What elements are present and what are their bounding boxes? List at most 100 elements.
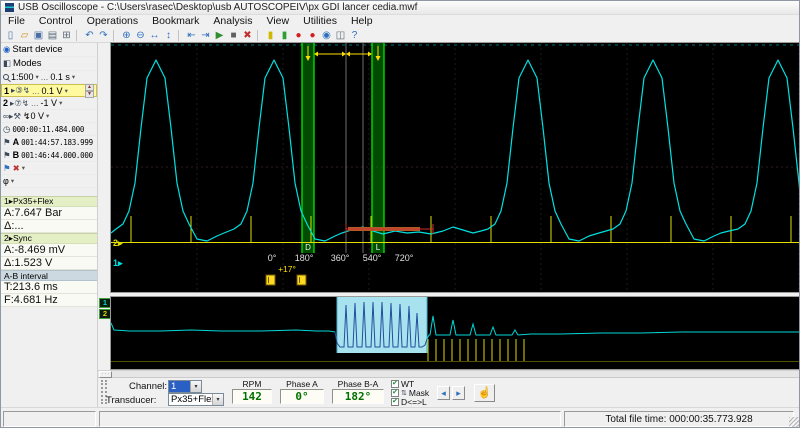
menu-help[interactable]: Help [344,15,380,28]
channel-1-zero-marker[interactable]: 1▸ [113,258,123,268]
chevron-down-icon[interactable]: ▾ [190,381,201,392]
marker-yellow-icon[interactable]: ▮ [264,29,277,42]
measure-panel-header: 1▸Px35+Flex [1,196,97,207]
channel-2-probe-icons: ▸⑦↯ [10,98,29,109]
fit-width-icon[interactable]: ↔ [148,29,161,42]
probe-row[interactable]: ∞▸⚒ ↯0 V ▾ [1,110,97,123]
stop-icon[interactable]: ■ [227,29,240,42]
channel-selected-value[interactable]: 1 [169,381,190,392]
channel-1-dots: ... [32,86,40,96]
updown-arrows-icon: ⇅ [401,389,407,397]
marker-d-icon[interactable]: ● [292,29,305,42]
marker-green-icon[interactable]: ▮ [278,29,291,42]
offset-degree-label: +17° [278,264,296,274]
menu-control[interactable]: Control [32,15,80,28]
menu-view[interactable]: View [260,15,297,28]
zoom-value[interactable]: 1:500 [11,72,34,82]
menu-operations[interactable]: Operations [80,15,145,28]
zoom-in-icon[interactable]: ⊕ [120,29,133,42]
next-button[interactable]: ▸ [452,386,465,400]
delete-icon[interactable]: ✖ [241,29,254,42]
chevron-down-icon[interactable]: ▾ [46,112,49,120]
status-bar: Total file time: 000:00:35.773.928 [1,407,800,428]
bookmark-flag-icon[interactable] [297,275,306,285]
undo-icon[interactable]: ↶ [83,29,96,42]
transducer-combobox[interactable]: Px35+Flex ▾ [168,393,224,406]
overview-scope[interactable] [111,297,800,369]
open-file-icon[interactable]: ▱ [18,29,31,42]
chevron-down-icon[interactable]: ▾ [36,73,39,81]
jump-start-icon[interactable]: ⇤ [185,29,198,42]
target-icon[interactable]: ◉ [320,29,333,42]
split-view-icon[interactable]: ◫ [334,29,347,42]
overview-channel-buttons: 1 2 [99,298,111,320]
degree-label: 720° [395,253,414,263]
checkbox-wt[interactable]: ✔ [391,380,399,388]
channel-1-range-value[interactable]: 0.1 V [42,86,63,96]
menu-analysis[interactable]: Analysis [206,15,259,28]
redo-icon[interactable]: ↷ [97,29,110,42]
bookmark-flag-icon[interactable] [266,275,275,285]
toolbar-separator [76,30,80,41]
timebase-value[interactable]: 0.1 s [50,72,70,82]
menu-utilities[interactable]: Utilities [296,15,344,28]
scrollbar-grip[interactable]: · · · [99,371,112,378]
measure-panel-header: A-B interval [1,270,97,281]
measure-panel-1: 1▸Px35+FlexA:7.647 BarΔ:... [1,196,97,233]
checkbox-dl[interactable]: ✔ [391,398,399,406]
probe-value[interactable]: ↯0 V [23,111,44,122]
checkbox-row-dl[interactable]: ✔D<=>L [391,397,429,406]
layout-grid-icon[interactable]: ⊞ [60,29,73,42]
modes-button[interactable]: ◧ Modes [1,57,97,71]
power-icon: ◉ [3,44,10,55]
channel-2-dots: ... [31,98,39,108]
measure-panel-3: A-B intervalT:213.6 msF:4.681 Hz [1,270,97,307]
marker-bar-d[interactable] [302,43,314,253]
jump-end-icon[interactable]: ⇥ [199,29,212,42]
marker-b-label: B [13,150,20,160]
channel-2-row[interactable]: 2 ▸⑦↯ ... -1 V ▾ [1,97,97,110]
save-icon[interactable]: ▣ [32,29,45,42]
channel-1-row[interactable]: 1 ▸③↯ ... 0.1 V ▾ ▲▼ [1,84,97,97]
spin-up-icon[interactable]: ▲ [85,84,94,91]
marker-b-row[interactable]: ⚑ B 001:46:44.000.000 [1,149,97,162]
marker-bar-l[interactable] [372,43,384,253]
modes-icon: ◧ [3,58,11,69]
phase-row[interactable]: φ ▾ [1,175,97,188]
zoom-out-icon[interactable]: ⊖ [134,29,147,42]
help-icon[interactable]: ? [348,29,361,42]
start-device-button[interactable]: ◉ Start device [1,43,97,57]
channel-combobox[interactable]: 1 ▾ [168,380,202,393]
overview-channel-1-button[interactable]: 1 [99,298,111,308]
marker-l-icon[interactable]: ● [306,29,319,42]
marker-a-value: 001:44:57.183.999 [21,138,93,147]
marker-a-row[interactable]: ⚑ A 001:44:57.183.999 [1,136,97,149]
horizontal-scrollbar[interactable]: · · · [98,370,800,378]
new-file-icon[interactable]: ▯ [4,29,17,42]
range-spinner[interactable]: ▲▼ [85,84,94,98]
fit-height-icon[interactable]: ↕ [162,29,175,42]
menu-bookmark[interactable]: Bookmark [145,15,206,28]
transducer-selected-value[interactable]: Px35+Flex [169,394,212,405]
measure-value: Δ:... [1,220,97,233]
channel-label: Channel: [129,381,167,392]
channel-2-range-value[interactable]: -1 V [41,98,58,108]
bookmark-icon[interactable]: ⚑ [3,163,11,174]
chevron-down-icon[interactable]: ▾ [59,99,62,107]
delete-bookmark-icon[interactable]: ✖ [13,163,20,174]
play-icon[interactable]: ▶ [213,29,226,42]
prev-button[interactable]: ◂ [437,386,450,400]
chevron-down-icon[interactable]: ▾ [65,87,68,95]
menu-file[interactable]: File [1,15,32,28]
resize-grip[interactable] [789,417,799,427]
chevron-down-icon[interactable]: ▾ [212,394,223,405]
chevron-down-icon[interactable]: ▾ [22,164,25,172]
overview-channel-2-button[interactable]: 2 [99,309,111,319]
channel-2-zero-marker[interactable]: 2▸ [113,238,123,248]
pan-hand-button[interactable]: ☝ [474,384,495,402]
print-icon[interactable]: ▤ [46,29,59,42]
chevron-down-icon[interactable]: ▾ [11,177,14,185]
checkbox-mask[interactable]: ✔ [391,389,399,397]
chevron-down-icon[interactable]: ▾ [72,73,75,81]
main-scope[interactable]: DL0°180°360°540°720°+17°2▸1▸ [111,43,800,292]
